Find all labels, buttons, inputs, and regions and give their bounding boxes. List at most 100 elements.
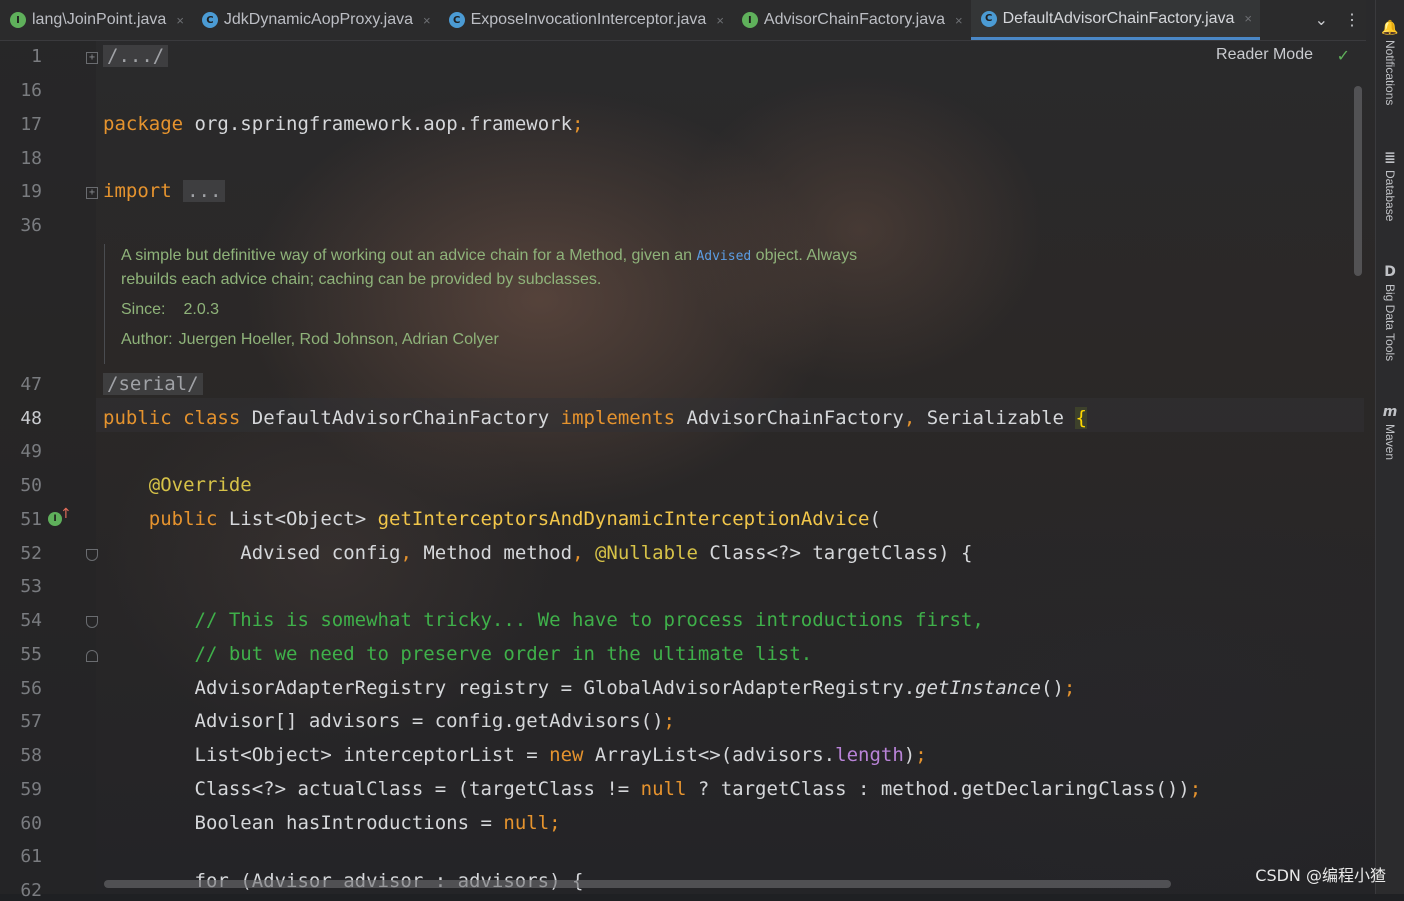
tool-maven[interactable]: m Maven [1378, 404, 1402, 460]
big-data-tools-icon: D [1384, 264, 1396, 280]
folded-header[interactable]: /.../ [103, 45, 169, 67]
semicolon: ; [572, 113, 584, 135]
close-icon[interactable]: × [176, 13, 184, 28]
javadoc-since: Since: 2.0.3 [121, 298, 1021, 321]
param: Class<?> targetClass) { [709, 542, 973, 564]
keyword: public [148, 508, 218, 530]
tab-label: JdkDynamicAopProxy.java [223, 11, 414, 28]
close-icon[interactable]: × [1244, 11, 1252, 26]
watermark-text: CSDN @编程小猹 [1255, 866, 1386, 885]
code-text: AdvisorAdapterRegistry registry = Global… [194, 677, 916, 699]
tool-big-data-tools[interactable]: D Big Data Tools [1378, 264, 1402, 361]
tab-exposeinvocationinterceptor[interactable]: C ExposeInvocationInterceptor.java × [439, 0, 732, 40]
keyword: package [103, 113, 184, 135]
javadoc-text-part: A simple but definitive way of working o… [121, 247, 697, 264]
inspection-ok-icon[interactable]: ✓ [1337, 46, 1350, 65]
keyword: class [183, 407, 241, 429]
chevron-down-icon[interactable]: ⌄ [1315, 10, 1328, 30]
tag-label: Author: [121, 331, 173, 348]
javadoc-rendered: A simple but definitive way of working o… [104, 244, 1021, 364]
interface-icon: I [10, 12, 26, 28]
line-number: 18 [20, 148, 42, 169]
vertical-scrollbar[interactable] [1354, 86, 1362, 276]
tab-label: DefaultAdvisorChainFactory.java [1002, 9, 1235, 27]
type-name: AdvisorChainFactory [686, 407, 904, 429]
javadoc-code-link[interactable]: Advised [696, 249, 751, 264]
code-line: Class<?> actualClass = (targetClass != n… [103, 778, 1202, 800]
code-line: Boolean hasIntroductions = null; [103, 812, 561, 834]
tab-defaultadvisorchainfactory[interactable]: C DefaultAdvisorChainFactory.java × [970, 0, 1261, 40]
code-line: // but we need to preserve order in the … [103, 643, 813, 665]
param: Method method [423, 542, 573, 564]
code-editor[interactable]: Reader Mode ✓ /.../ package org.springfr… [96, 40, 1366, 894]
keyword: new [549, 744, 584, 766]
code-line: @Override [103, 474, 252, 496]
close-icon[interactable]: × [423, 13, 431, 28]
line-number: 51 [20, 509, 42, 530]
line-number: 47 [20, 374, 42, 395]
class-name: DefaultAdvisorChainFactory [251, 407, 550, 429]
code-line: List<Object> interceptorList = new Array… [103, 744, 927, 766]
tab-joinpoint[interactable]: I lang\JoinPoint.java × [0, 0, 192, 40]
code-line: /serial/ [103, 373, 203, 395]
line-number: 17 [20, 114, 42, 135]
tab-label: AdvisorChainFactory.java [763, 11, 946, 28]
code-text: Advisor[] advisors = config.getAdvisors(… [194, 710, 664, 732]
tool-label: Notifications [1383, 40, 1397, 106]
tab-label: lang\JoinPoint.java [32, 11, 167, 28]
maven-icon: m [1382, 404, 1398, 420]
keyword: implements [560, 407, 676, 429]
static-method-call: getInstance [915, 677, 1042, 699]
close-icon[interactable]: × [955, 13, 963, 28]
line-number: 59 [20, 779, 42, 800]
line-number: 50 [20, 475, 42, 496]
semicolon: ; [549, 812, 561, 834]
code-line: AdvisorAdapterRegistry registry = Global… [103, 677, 1076, 699]
code-text: ArrayList<>(advisors. [583, 744, 836, 766]
tool-notifications[interactable]: 🔔 Notifications [1378, 20, 1402, 105]
code-line: public class DefaultAdvisorChainFactory … [103, 407, 1087, 429]
class-icon: C [980, 10, 997, 27]
semicolon: ; [663, 710, 675, 732]
type-name: Serializable [926, 407, 1064, 429]
matched-brace: { [1075, 407, 1087, 429]
keyword: public [103, 407, 172, 429]
tag-label: Since: [121, 301, 166, 318]
comment: // but we need to preserve order in the … [194, 643, 813, 665]
comment: // This is somewhat tricky... We have to… [194, 609, 984, 631]
package-name: org.springframework.aop.framework [194, 113, 573, 135]
code-text: ) [903, 744, 916, 766]
folded-imports[interactable]: ... [183, 180, 226, 202]
code-text: () [1041, 677, 1064, 699]
line-number: 61 [20, 846, 42, 867]
tag-value: 2.0.3 [183, 301, 220, 318]
line-number-current: 48 [20, 408, 42, 429]
field: length [835, 744, 904, 766]
tool-database[interactable]: ≣ Database [1378, 150, 1402, 221]
editor-gutter[interactable]: 1 16 17 18 19 36 47 48 49 50 51 52 53 54… [0, 40, 98, 901]
annotation: @Nullable [594, 542, 698, 564]
javadoc-text-part: object. Always [751, 247, 858, 264]
tab-jdkdynamicaopproxy[interactable]: C JdkDynamicAopProxy.java × [192, 0, 439, 40]
tool-label: Database [1383, 170, 1397, 222]
comma: , [400, 542, 412, 564]
go-to-interface-arrow-icon[interactable]: ↑ [60, 506, 72, 522]
more-options-icon[interactable]: ⋮ [1344, 10, 1360, 30]
folded-serial[interactable]: /serial/ [103, 373, 203, 395]
class-icon: C [448, 12, 465, 28]
code-line: import ... [103, 180, 226, 202]
code-text: Boolean hasIntroductions = [194, 812, 504, 834]
line-number: 53 [20, 576, 42, 597]
param: Advised config [240, 542, 401, 564]
interface-icon: I [741, 12, 758, 28]
type-name: List<Object> [228, 508, 367, 530]
javadoc-text: A simple but definitive way of working o… [121, 244, 1021, 268]
line-number: 62 [20, 880, 42, 901]
tab-advisorchainfactory[interactable]: I AdvisorChainFactory.java × [732, 0, 971, 40]
close-icon[interactable]: × [716, 13, 724, 28]
paren: ( [869, 508, 881, 530]
line-number: 1 [31, 46, 42, 67]
horizontal-scrollbar[interactable] [104, 880, 1171, 888]
line-number: 52 [20, 543, 42, 564]
reader-mode-toggle[interactable]: Reader Mode [1216, 46, 1313, 64]
